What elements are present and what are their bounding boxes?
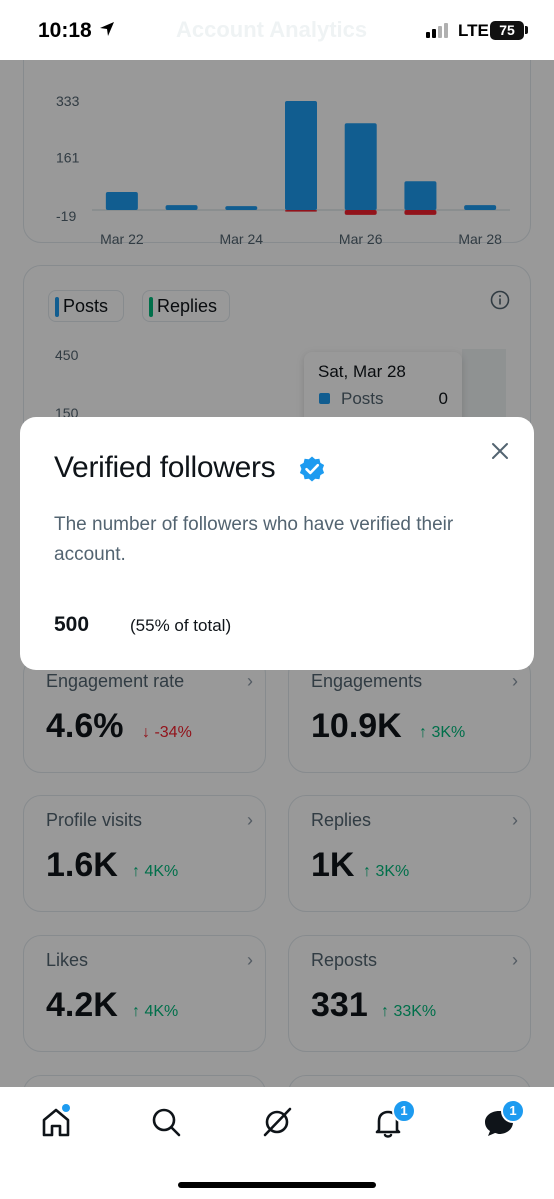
messages-badge: 1 [501,1099,525,1123]
messages-tab[interactable]: 1 [479,1099,525,1142]
home-icon [42,1108,70,1137]
dialog-title: Verified followers [54,451,276,484]
location-arrow-icon [98,20,116,43]
verified-count: 500 [54,613,90,636]
notifications-badge: 1 [392,1099,416,1123]
battery-indicator: 75 [490,21,524,40]
status-time: 10:18 [38,19,92,42]
close-icon[interactable] [490,441,510,466]
search-tab[interactable] [146,1102,186,1142]
verified-badge-icon [298,455,326,488]
header-title: Account Analytics [176,17,368,42]
network-type: LTE [458,21,489,40]
verified-followers-dialog: Verified followers The number of followe… [20,417,534,670]
notifications-tab[interactable]: 1 [368,1099,416,1142]
home-tab[interactable] [36,1102,76,1142]
verified-percent: (55% of total) [130,616,232,635]
home-unread-dot [62,1104,70,1112]
status-bar: Account Analytics 10:18 LTE 75 [0,0,554,60]
grok-icon [263,1107,292,1137]
dialog-description: The number of followers who have verifie… [54,514,454,565]
bottom-tab-bar: 1 1 [0,1087,554,1199]
home-indicator [178,1182,376,1188]
grok-tab[interactable] [257,1102,297,1142]
signal-icon [426,22,452,43]
battery-nub [525,26,528,34]
search-icon [152,1108,181,1137]
